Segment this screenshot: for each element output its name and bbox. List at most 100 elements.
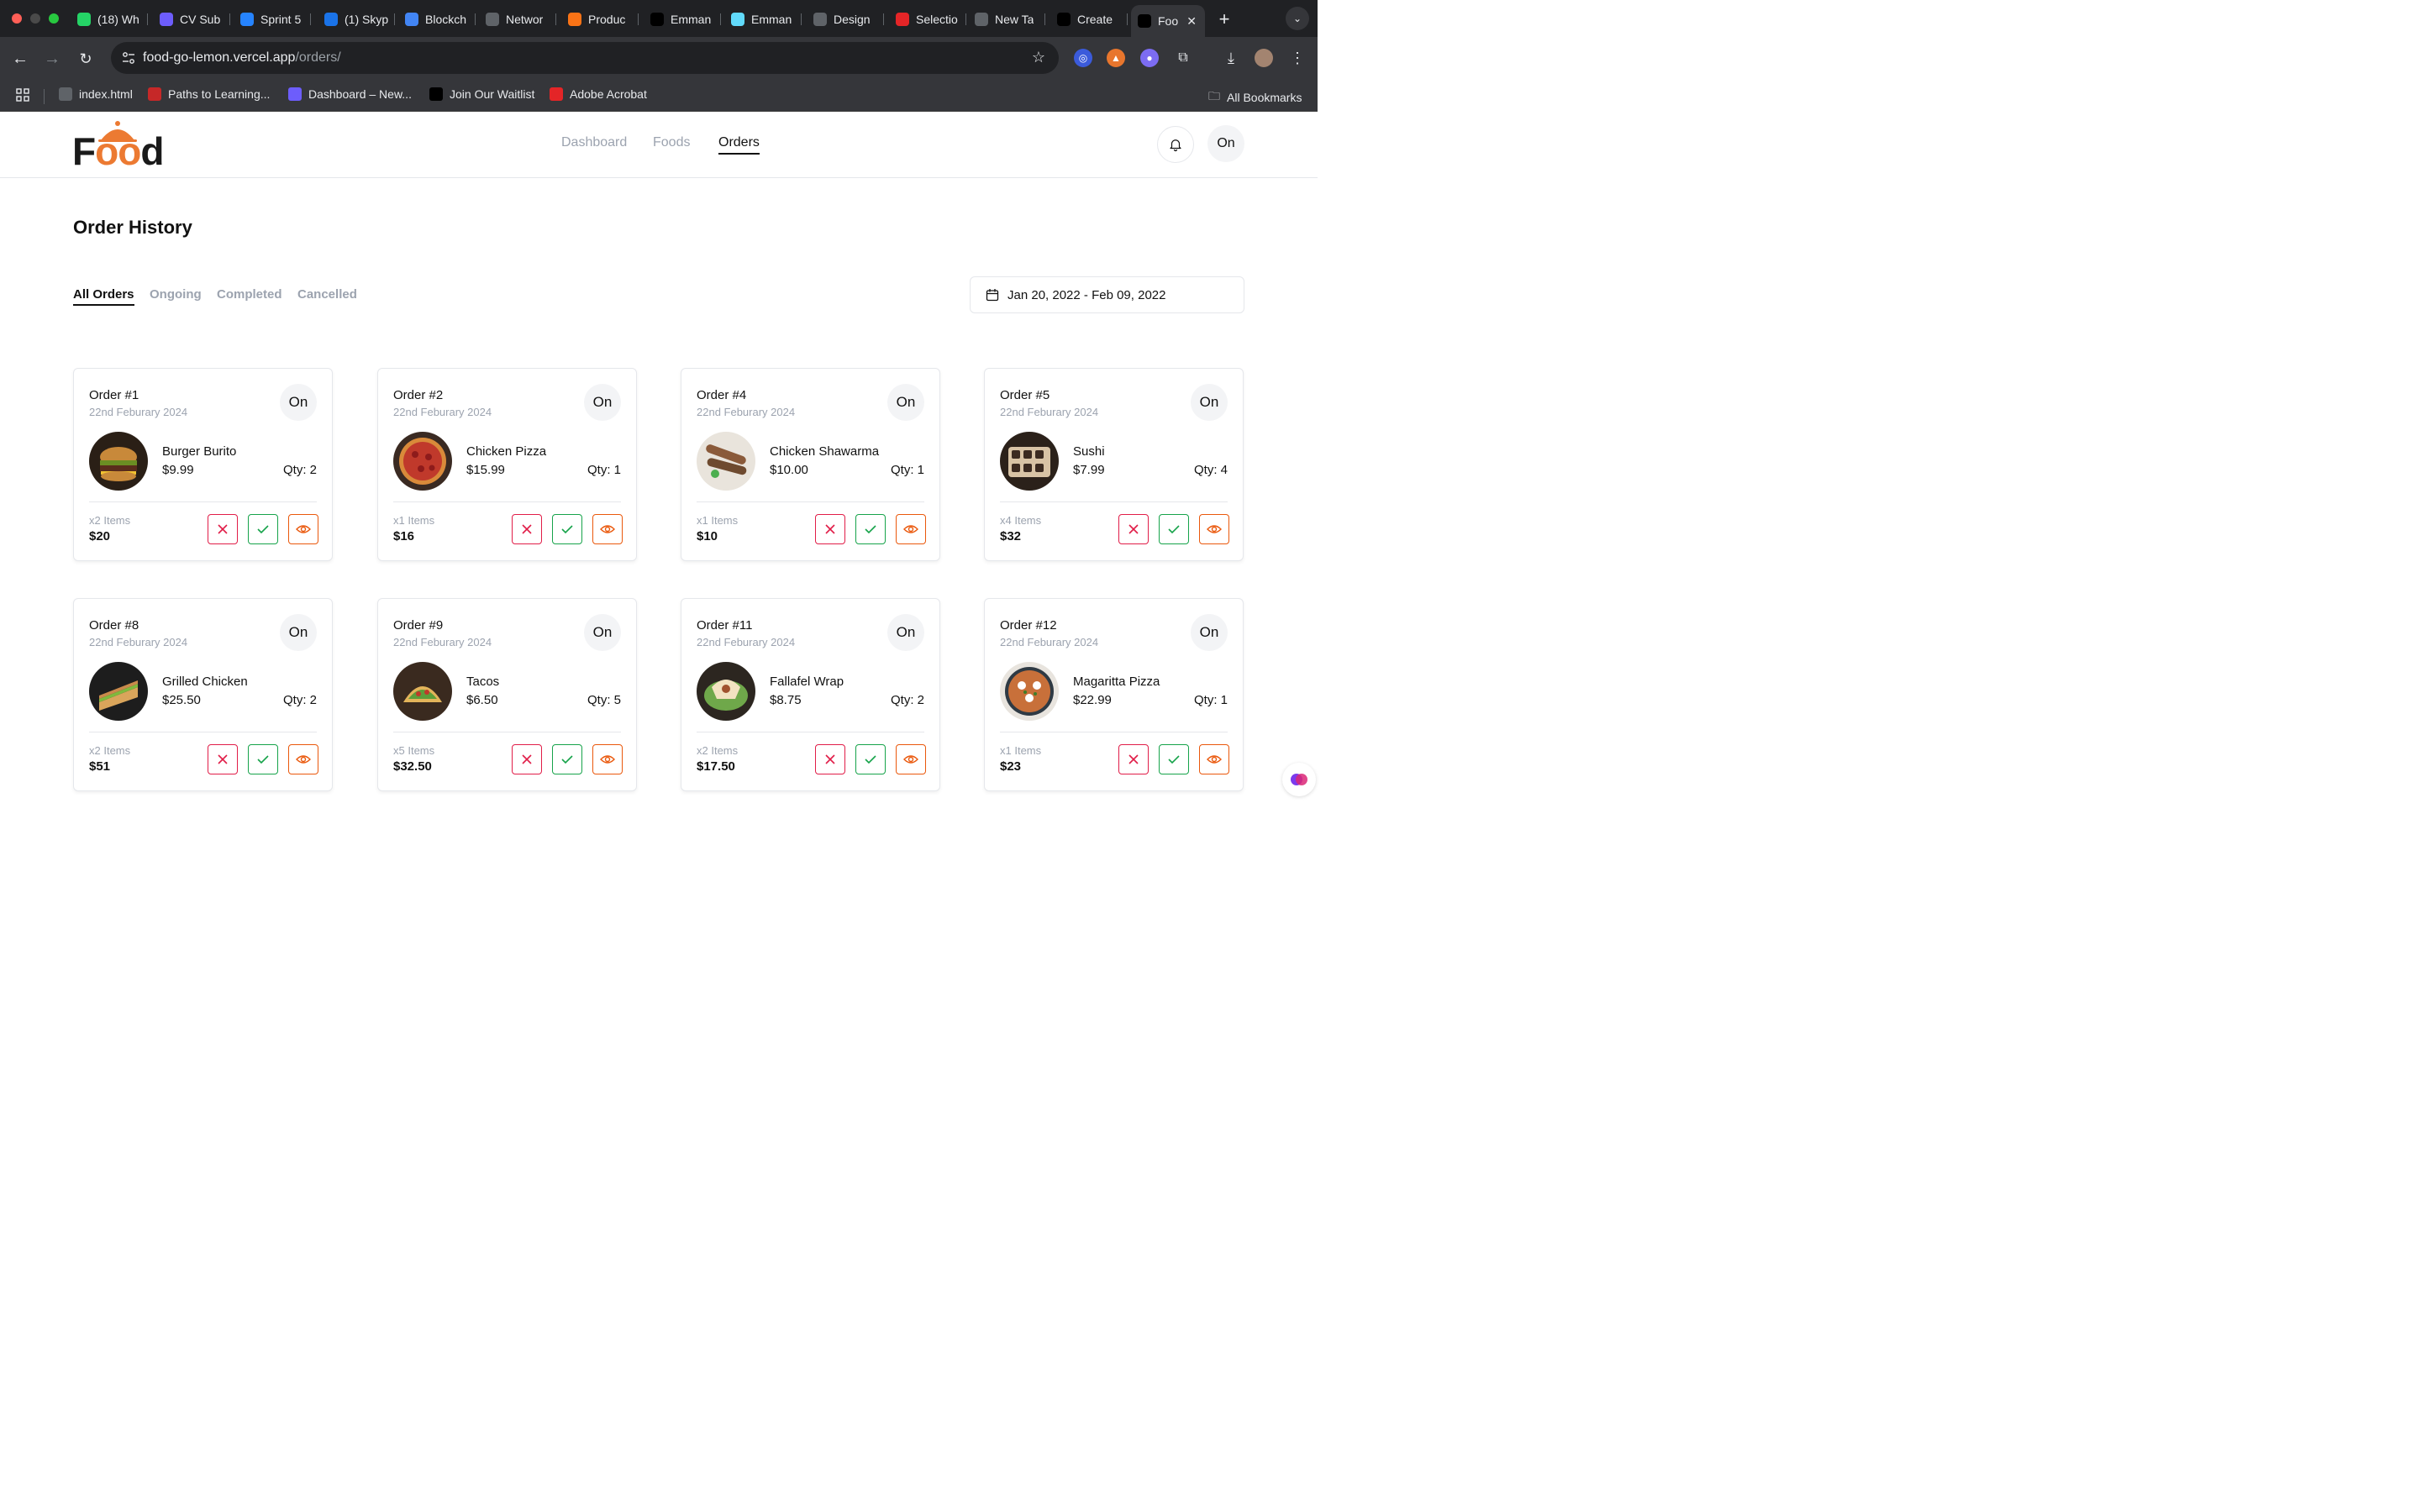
view-order-button[interactable] [896,744,926,774]
reject-order-button[interactable] [815,514,845,544]
ghost-extension-icon[interactable]: ● [1140,49,1159,67]
site-info-icon[interactable] [121,50,136,66]
filter-tab-all-orders[interactable]: All Orders [73,287,134,306]
bookmark-star-icon[interactable]: ☆ [1032,49,1045,66]
accept-order-button[interactable] [855,744,886,774]
url-text[interactable]: food-go-lemon.vercel.app/orders/ [143,50,341,66]
close-tab-icon[interactable]: ✕ [1186,14,1197,29]
accept-order-button[interactable] [552,744,582,774]
filter-tab-ongoing[interactable]: Ongoing [150,287,202,302]
user-avatar[interactable]: On [1207,125,1244,162]
tab-separator [310,13,311,25]
filter-tab-cancelled[interactable]: Cancelled [297,287,357,302]
nav-dashboard[interactable]: Dashboard [561,135,627,150]
zoom-window-button[interactable] [49,13,59,24]
reload-icon[interactable]: ↻ [76,49,96,69]
extension-icon[interactable]: ◎ [1074,49,1092,67]
browser-tab[interactable]: Foo ✕ [1131,5,1205,37]
reject-order-button[interactable] [208,514,238,544]
food-price: $8.75 [770,693,802,707]
download-icon[interactable]: ⤓ [1222,49,1240,67]
minimize-window-button[interactable] [30,13,40,24]
browser-tab[interactable]: CV Sub [153,7,230,32]
bookmark-item[interactable]: Adobe Acrobat [550,87,647,101]
order-date: 22nd Feburary 2024 [393,406,492,418]
bookmark-item[interactable]: Dashboard – New... [288,87,412,101]
food-name: Chicken Shawarma [770,444,880,459]
forward-icon[interactable]: → [42,49,62,69]
close-window-button[interactable] [12,13,22,24]
order-card: Order #1 22nd Feburary 2024 On Burger Burit… [73,368,333,561]
tab-separator [720,13,721,25]
jira-icon [240,13,254,26]
profile-avatar-icon[interactable] [1255,49,1273,67]
browser-tab[interactable]: Networ [479,7,556,32]
reject-order-button[interactable] [512,744,542,774]
browser-tab[interactable]: Selectio [889,7,966,32]
order-status-badge: On [280,614,317,651]
food-quantity: Qty: 1 [587,463,621,477]
view-order-button[interactable] [288,744,318,774]
browser-tab[interactable]: Sprint 5 [234,7,311,32]
food-image [697,662,755,721]
floating-assistant-button[interactable] [1282,763,1316,796]
acrobat-icon [550,87,563,101]
view-order-button[interactable] [288,514,318,544]
reject-order-button[interactable] [1118,744,1149,774]
reject-order-button[interactable] [512,514,542,544]
accept-order-button[interactable] [855,514,886,544]
menu-kebab-icon[interactable]: ⋮ [1288,49,1307,67]
bookmark-item[interactable]: Join Our Waitlist [429,87,534,101]
address-bar[interactable]: food-go-lemon.vercel.app/orders/ ☆ [111,42,1059,74]
close-icon [218,524,228,534]
view-order-button[interactable] [1199,514,1229,544]
accept-order-button[interactable] [248,514,278,544]
browser-tab[interactable]: Produc [561,7,639,32]
accept-order-button[interactable] [248,744,278,774]
view-order-button[interactable] [896,514,926,544]
order-id: Order #12 [1000,618,1057,633]
bookmark-item[interactable]: index.html [59,87,133,101]
accept-order-button[interactable] [552,514,582,544]
notifications-button[interactable] [1157,126,1194,163]
accept-order-button[interactable] [1159,744,1189,774]
view-order-button[interactable] [592,744,623,774]
date-range-picker[interactable]: Jan 20, 2022 - Feb 09, 2022 [970,276,1244,313]
tab-search-button[interactable]: ⌄ [1286,7,1309,30]
filter-tab-completed[interactable]: Completed [217,287,282,302]
food-logo[interactable]: Food [72,121,165,173]
extensions-puzzle-icon[interactable]: ⧉ [1174,49,1192,67]
browser-tab[interactable]: Design [807,7,884,32]
nav-orders[interactable]: Orders [718,135,760,155]
apps-grid-icon[interactable] [15,87,30,102]
eye-icon [296,525,311,533]
food-name: Sushi [1073,444,1105,459]
food-price: $6.50 [466,693,498,707]
metamask-icon[interactable]: ▲ [1107,49,1125,67]
bookmark-item[interactable]: Paths to Learning... [148,87,270,101]
all-bookmarks-folder[interactable]: 🗀 All Bookmarks [1208,87,1302,108]
view-order-button[interactable] [592,514,623,544]
browser-tab[interactable]: Blockch [398,7,476,32]
back-icon[interactable]: ← [10,49,30,69]
browser-tab[interactable]: Emman [644,7,721,32]
browser-tab[interactable]: (18) Wh [71,7,148,32]
reject-order-button[interactable] [1118,514,1149,544]
new-tab-button[interactable]: + [1214,8,1234,30]
browser-tab[interactable]: Create [1050,7,1128,32]
globe-icon [486,13,499,26]
view-order-button[interactable] [1199,744,1229,774]
reject-order-button[interactable] [208,744,238,774]
food-price: $10.00 [770,463,808,477]
food-quantity: Qty: 2 [282,463,317,477]
accept-order-button[interactable] [1159,514,1189,544]
browser-tab[interactable]: (1) Skyp [318,7,395,32]
order-total: $16 [393,529,415,543]
reject-order-button[interactable] [815,744,845,774]
browser-tab[interactable]: Emman [724,7,802,32]
nav-foods[interactable]: Foods [653,135,690,150]
check-icon [1168,755,1180,764]
food-name: Magaritta Pizza [1073,675,1160,689]
card-divider [697,501,924,502]
browser-tab[interactable]: New Ta [968,7,1045,32]
